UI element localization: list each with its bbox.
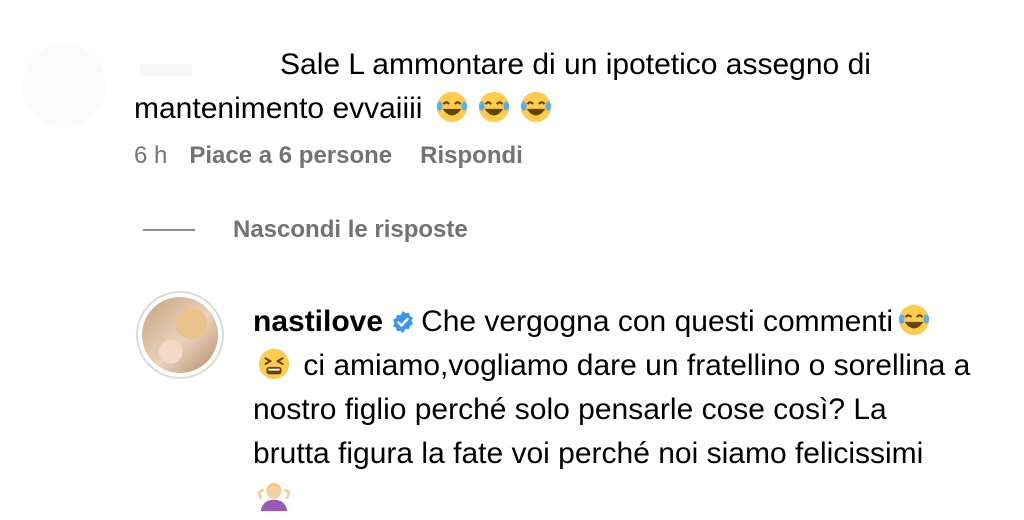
tired-face-emoji xyxy=(258,348,290,380)
divider-line xyxy=(143,229,195,231)
reply-line-2: ci amiamo,vogliamo dare un fratellino o … xyxy=(303,349,971,382)
laughing-tears-emoji xyxy=(436,91,467,123)
laughing-tears-emoji xyxy=(478,91,509,123)
comment-meta: 6 h Piace a 6 persone Rispondi xyxy=(134,138,523,174)
verified-badge-icon xyxy=(393,311,413,333)
reply-avatar[interactable] xyxy=(136,291,224,379)
comment-line-1: Sale L ammontare di un ipotetico assegno… xyxy=(280,48,871,81)
likes-count-link[interactable]: Piace a 6 persone xyxy=(189,138,392,174)
commenter-avatar[interactable] xyxy=(22,44,106,128)
laughing-tears-emoji xyxy=(520,91,551,123)
reply-button[interactable]: Rispondi xyxy=(420,138,523,174)
hide-replies-label: Nascondi le risposte xyxy=(233,216,468,243)
hide-replies-button[interactable]: Nascondi le risposte xyxy=(143,216,468,244)
comment-text: Sale L ammontare di un ipotetico assegno… xyxy=(134,43,934,131)
comment-time: 6 h xyxy=(134,142,168,169)
laughing-tears-emoji xyxy=(898,304,930,336)
reply-line-4: brutta figura la fate voi perché noi sia… xyxy=(253,437,924,470)
reply-line-3: nostro figlio perché solo pensarle cose … xyxy=(253,393,887,426)
reply-line-1: Che vergogna con questi commenti xyxy=(421,305,893,338)
reply-username-link[interactable]: nastilove xyxy=(253,305,383,338)
reply-text: nastilove Che vergogna con questi comment… xyxy=(253,300,1013,520)
profile-photo xyxy=(142,297,218,373)
woman-shrugging-emoji xyxy=(257,482,291,512)
comment-line-2: mantenimento evvaiiii xyxy=(134,92,423,125)
